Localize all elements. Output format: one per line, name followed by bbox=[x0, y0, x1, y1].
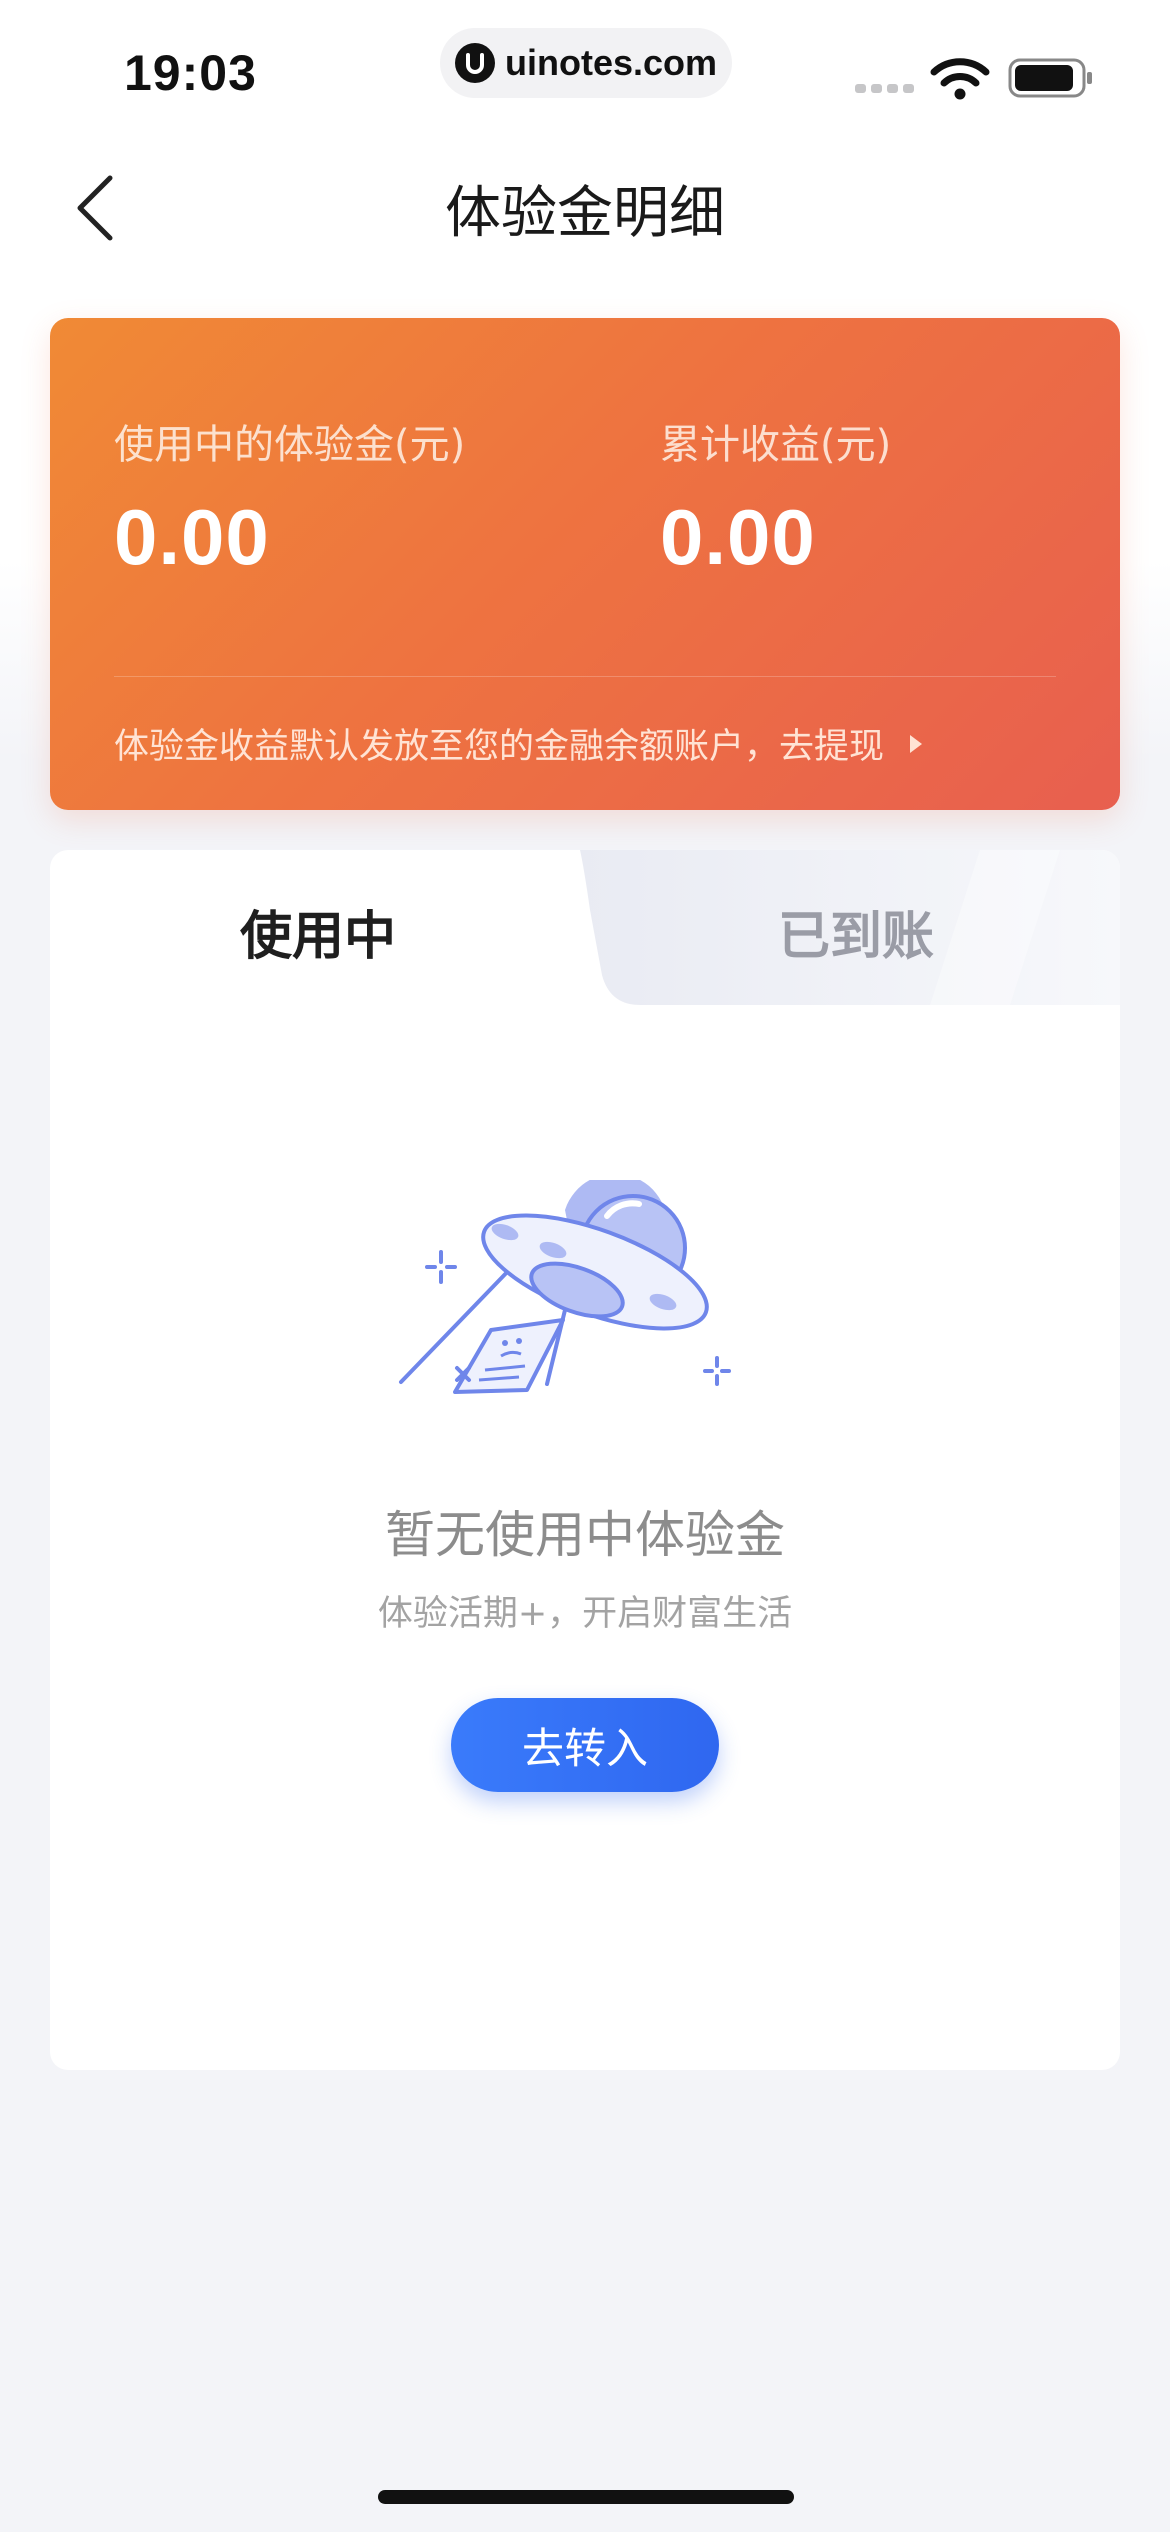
tab-received[interactable]: 已到账 bbox=[778, 894, 934, 969]
transfer-in-button[interactable]: 去转入 bbox=[451, 1698, 719, 1792]
battery-icon bbox=[1008, 58, 1092, 98]
in-use-stat: 使用中的体验金(元) 0.00 bbox=[114, 412, 465, 583]
tab-background bbox=[580, 850, 1120, 1005]
summary-card: 使用中的体验金(元) 0.00 累计收益(元) 0.00 体验金收益默认发放至您… bbox=[50, 318, 1120, 810]
card-divider bbox=[114, 676, 1056, 677]
signal-icon bbox=[855, 84, 914, 93]
withdraw-notice-text: 体验金收益默认发放至您的金融余额账户，去提现 bbox=[114, 727, 885, 767]
home-indicator[interactable] bbox=[378, 2490, 794, 2504]
wifi-icon bbox=[930, 58, 990, 100]
withdraw-link[interactable]: 体验金收益默认发放至您的金融余额账户，去提现 bbox=[114, 718, 923, 769]
url-pill[interactable]: uinotes.com bbox=[440, 28, 732, 98]
in-use-value: 0.00 bbox=[114, 493, 270, 581]
status-time: 19:03 bbox=[124, 45, 257, 101]
nav-bar: 体验金明细 bbox=[0, 150, 1170, 260]
uinotes-logo-icon bbox=[454, 43, 495, 83]
tab-in-use[interactable]: 使用中 bbox=[240, 894, 396, 969]
earnings-stat: 累计收益(元) 0.00 bbox=[660, 412, 891, 583]
ufo-empty-illustration bbox=[399, 1180, 731, 1394]
earnings-value: 0.00 bbox=[660, 493, 816, 581]
empty-subtitle: 体验活期+，开启财富生活 bbox=[377, 1594, 793, 1634]
detail-panel: 使用中 已到账 暂无使用中体验金 体验活期+，开启财富生活 去转入 bbox=[50, 850, 1120, 2070]
page-title: 体验金明细 bbox=[445, 181, 725, 246]
triangle-right-icon bbox=[910, 734, 923, 753]
in-use-label: 使用中的体验金(元) bbox=[114, 422, 466, 468]
earnings-label: 累计收益(元) bbox=[660, 422, 892, 468]
status-bar: 19:03 uinotes.com bbox=[0, 0, 1170, 140]
empty-title: 暂无使用中体验金 bbox=[385, 1506, 785, 1564]
url-text: uinotes.com bbox=[504, 42, 718, 83]
